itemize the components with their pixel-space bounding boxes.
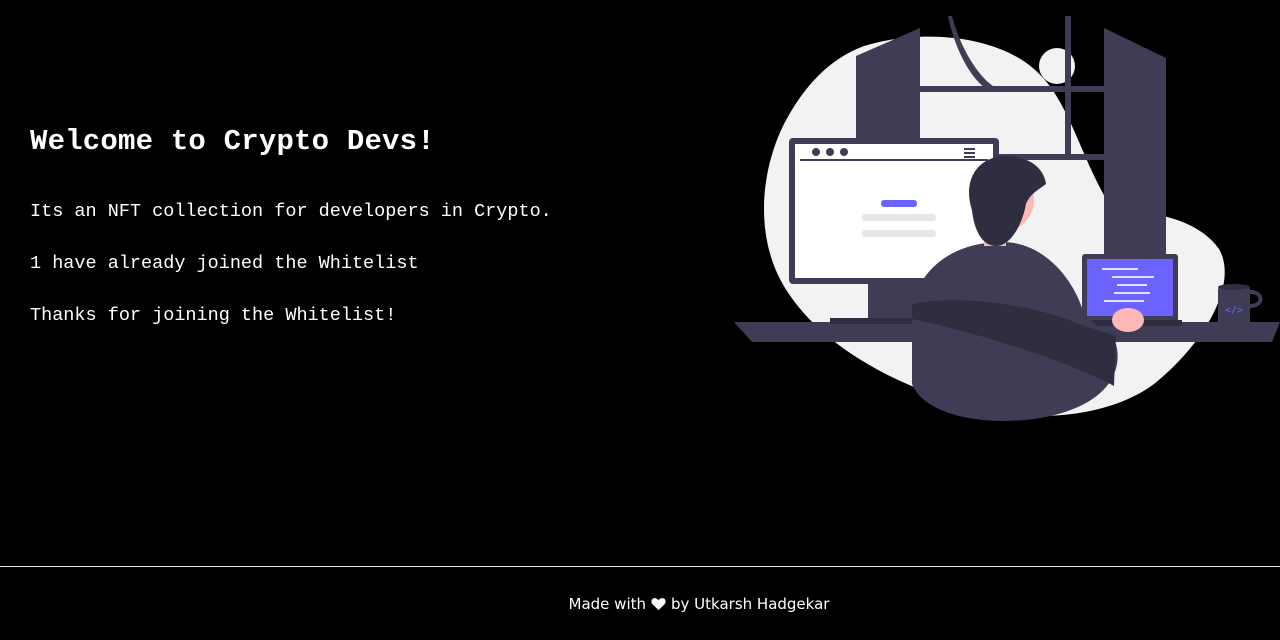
footer: Made with by Utkarsh Hadgekar — [0, 566, 1280, 640]
developer-illustration: </> — [734, 16, 1280, 421]
mug-code-icon: </> — [1225, 305, 1243, 316]
laptop-code-3 — [1117, 284, 1147, 286]
author-credit: by Utkarsh Hadgekar — [671, 594, 830, 613]
monitor-text-line-2 — [862, 230, 936, 237]
laptop-code-4 — [1114, 292, 1150, 294]
monitor-text-line-1 — [862, 214, 936, 221]
monitor-accent-bar — [881, 200, 917, 207]
laptop-screen — [1087, 259, 1173, 316]
monitor-dot-2 — [826, 148, 834, 156]
heart-icon — [651, 597, 666, 610]
person-hand — [1112, 308, 1144, 332]
mug-handle — [1249, 290, 1263, 308]
footer-credit: Made with by Utkarsh Hadgekar — [569, 595, 830, 613]
intro-content: Welcome to Crypto Devs! Its an NFT colle… — [30, 118, 710, 328]
whitelist-status: Thanks for joining the Whitelist! — [30, 305, 397, 326]
laptop-code-5 — [1104, 300, 1144, 302]
laptop-code-2 — [1112, 276, 1154, 278]
page-title: Welcome to Crypto Devs! — [30, 125, 435, 158]
collection-description: Its an NFT collection for developers in … — [30, 201, 552, 222]
made-with-text: Made with — [568, 594, 647, 613]
main-section: Welcome to Crypto Devs! Its an NFT colle… — [0, 0, 1280, 566]
whitelist-count: 1 have already joined the Whitelist — [30, 253, 419, 274]
monitor-menu-line-1 — [964, 148, 975, 150]
monitor-dot-3 — [840, 148, 848, 156]
page: Welcome to Crypto Devs! Its an NFT colle… — [0, 0, 1280, 640]
monitor-dot-1 — [812, 148, 820, 156]
monitor-menu-line-2 — [964, 152, 975, 154]
laptop-code-1 — [1102, 268, 1138, 270]
monitor-menu-line-3 — [964, 156, 975, 158]
window-bar-horizontal-top — [920, 86, 1104, 92]
mug-rim — [1218, 284, 1250, 290]
